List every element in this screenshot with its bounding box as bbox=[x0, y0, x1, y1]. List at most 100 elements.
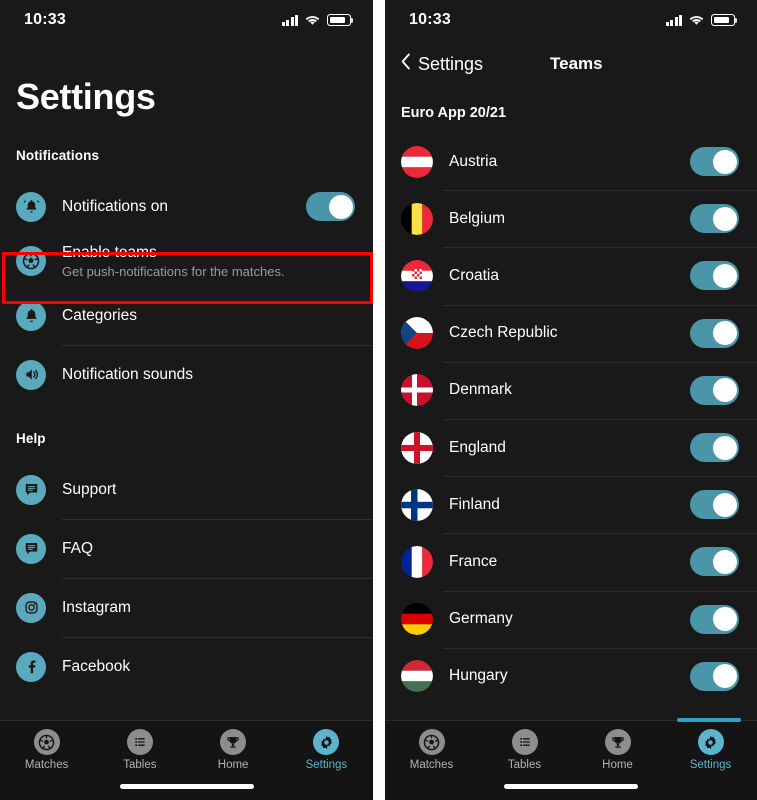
home-indicator bbox=[504, 784, 638, 789]
team-toggle[interactable] bbox=[690, 547, 739, 577]
tab-settings[interactable]: Settings bbox=[280, 729, 373, 779]
speaker-sound-icon bbox=[16, 359, 46, 390]
team-toggle[interactable] bbox=[690, 204, 739, 234]
table-row[interactable]: Finland bbox=[385, 476, 757, 533]
back-button-label: Settings bbox=[418, 53, 484, 74]
settings-row-notifications-on[interactable]: Notifications on bbox=[0, 177, 373, 236]
settings-row-title: Notification sounds bbox=[62, 366, 193, 383]
settings-row-instagram[interactable]: Instagram bbox=[0, 578, 373, 637]
settings-row-title: Instagram bbox=[62, 599, 131, 616]
settings-row-faq[interactable]: FAQ bbox=[0, 519, 373, 578]
settings-row-categories[interactable]: Categories bbox=[0, 286, 373, 345]
settings-row-text: Enable teams Get push-notifications for … bbox=[62, 243, 355, 280]
tab-tables[interactable]: Tables bbox=[93, 729, 186, 779]
tab-label: Home bbox=[217, 759, 249, 771]
scroll-indicator[interactable] bbox=[677, 718, 741, 722]
facebook-icon bbox=[16, 651, 46, 682]
status-bar-left: 10:33 bbox=[0, 0, 373, 40]
tab-label: Tables bbox=[123, 759, 157, 771]
team-toggle[interactable] bbox=[690, 261, 739, 291]
status-bar-right: 10:33 bbox=[385, 0, 757, 40]
team-name: Germany bbox=[449, 610, 513, 628]
flag-denmark bbox=[401, 374, 433, 407]
team-name: Czech Republic bbox=[449, 324, 558, 342]
battery-icon bbox=[327, 14, 354, 26]
back-button[interactable]: Settings bbox=[401, 53, 483, 75]
trophy-icon bbox=[604, 729, 631, 755]
table-row[interactable]: Hungary bbox=[385, 647, 757, 705]
notifications-toggle[interactable] bbox=[306, 192, 355, 221]
settings-row-subtitle: Get push-notifications for the matches. bbox=[62, 263, 285, 279]
team-toggle[interactable] bbox=[690, 661, 739, 691]
team-toggle[interactable] bbox=[690, 604, 739, 634]
trophy-icon bbox=[220, 729, 247, 755]
flag-france bbox=[401, 545, 433, 578]
table-row[interactable]: France bbox=[385, 533, 757, 590]
chat-bubble-icon bbox=[16, 533, 46, 564]
tab-settings[interactable]: Settings bbox=[664, 729, 757, 779]
status-icons bbox=[281, 14, 354, 26]
tab-tables[interactable]: Tables bbox=[478, 729, 571, 779]
settings-row-enable-teams[interactable]: Enable teams Get push-notifications for … bbox=[0, 236, 373, 286]
section-heading-notifications: Notifications bbox=[16, 148, 100, 163]
table-row[interactable]: England bbox=[385, 418, 757, 476]
instagram-icon bbox=[16, 592, 46, 623]
teams-screen: 10:33 Settings Teams Euro App 20/21 Aust… bbox=[385, 0, 757, 800]
flag-czechia bbox=[401, 317, 433, 350]
flag-hungary bbox=[401, 660, 433, 693]
settings-row-title: Support bbox=[62, 481, 117, 498]
soccer-ball-icon bbox=[33, 729, 60, 755]
settings-row-text: Categories bbox=[62, 306, 355, 325]
flag-belgium bbox=[401, 202, 433, 235]
team-toggle[interactable] bbox=[690, 147, 739, 177]
settings-row-text: Facebook bbox=[62, 657, 355, 676]
team-name: Austria bbox=[449, 152, 498, 170]
status-time: 10:33 bbox=[409, 11, 451, 28]
tab-matches[interactable]: Matches bbox=[385, 729, 478, 779]
soccer-ball-icon bbox=[16, 246, 46, 276]
team-toggle[interactable] bbox=[690, 375, 739, 405]
team-name: England bbox=[449, 438, 506, 456]
flag-croatia bbox=[401, 259, 433, 292]
table-row[interactable]: Austria bbox=[385, 133, 757, 190]
team-name: Belgium bbox=[449, 209, 505, 227]
team-toggle[interactable] bbox=[690, 433, 739, 463]
battery-icon bbox=[711, 14, 738, 26]
tab-label: Tables bbox=[507, 759, 542, 771]
settings-row-title: Enable teams bbox=[62, 243, 157, 261]
team-name: Croatia bbox=[449, 266, 499, 284]
gear-icon bbox=[313, 729, 340, 755]
screenshot-stage: 10:33 Settings Notifications Notificatio… bbox=[0, 0, 757, 800]
cellular-bars-icon bbox=[281, 14, 298, 26]
settings-row-text: Notification sounds bbox=[62, 365, 355, 384]
team-toggle[interactable] bbox=[690, 318, 739, 348]
tab-home[interactable]: Home bbox=[571, 729, 664, 779]
table-row[interactable]: Czech Republic bbox=[385, 304, 757, 362]
tab-matches[interactable]: Matches bbox=[0, 729, 93, 779]
gear-icon bbox=[697, 729, 724, 755]
list-heading: Euro App 20/21 bbox=[401, 105, 507, 121]
settings-row-facebook[interactable]: Facebook bbox=[0, 637, 373, 696]
flag-austria bbox=[401, 145, 433, 178]
settings-row-title: Notifications on bbox=[62, 198, 168, 215]
table-row[interactable]: Denmark bbox=[385, 361, 757, 419]
panel-gap bbox=[373, 0, 385, 800]
chat-bubble-icon bbox=[16, 474, 46, 505]
tab-home[interactable]: Home bbox=[187, 729, 280, 779]
settings-row-text: Notifications on bbox=[62, 197, 306, 216]
wifi-icon bbox=[689, 15, 704, 26]
table-row[interactable]: Germany bbox=[385, 590, 757, 648]
settings-row-title: Facebook bbox=[62, 658, 131, 675]
team-toggle[interactable] bbox=[690, 490, 739, 520]
table-row[interactable]: Belgium bbox=[385, 190, 757, 247]
nav-title: Teams bbox=[550, 54, 603, 73]
tab-label: Matches bbox=[24, 759, 69, 771]
notifications-rows: Notifications on Enable teams Get push-n… bbox=[0, 177, 373, 404]
tab-label: Matches bbox=[409, 759, 454, 771]
settings-row-notification-sounds[interactable]: Notification sounds bbox=[0, 345, 373, 404]
settings-row-support[interactable]: Support bbox=[0, 460, 373, 519]
tab-label: Home bbox=[602, 759, 633, 771]
table-row[interactable]: Croatia bbox=[385, 247, 757, 304]
team-name: Finland bbox=[449, 495, 500, 513]
chevron-left-icon bbox=[401, 53, 411, 75]
